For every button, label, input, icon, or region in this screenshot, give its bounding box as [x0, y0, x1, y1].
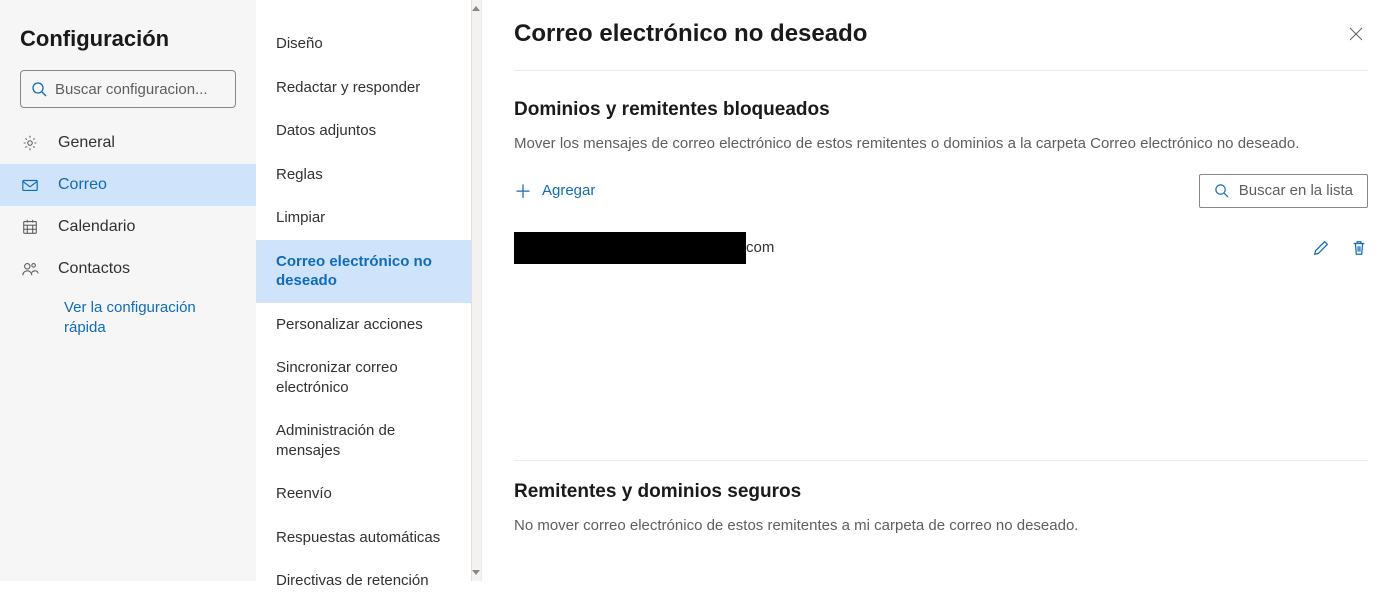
search-settings-input[interactable]: Buscar configuracion... [20, 70, 236, 108]
redacted-email [514, 232, 746, 264]
sidebar-item-label: Correo [58, 176, 107, 194]
subnav-item-customize[interactable]: Personalizar acciones [256, 303, 481, 347]
search-wrap: Buscar configuracion... [0, 70, 256, 122]
delete-entry-button[interactable] [1350, 239, 1368, 257]
close-icon [1348, 26, 1364, 42]
subnav-item-autoreply[interactable]: Respuestas automáticas [256, 516, 481, 560]
sidebar-item-calendar[interactable]: Calendario [0, 206, 256, 248]
settings-subnav: Diseño Redactar y responder Datos adjunt… [256, 0, 482, 581]
subnav-item-compose[interactable]: Redactar y responder [256, 66, 481, 110]
add-label: Agregar [542, 182, 595, 199]
search-icon [31, 81, 47, 97]
settings-content: Correo electrónico no deseado Dominios y… [482, 0, 1388, 581]
blocked-heading: Dominios y remitentes bloqueados [514, 99, 1368, 121]
scroll-down-button[interactable] [472, 567, 480, 577]
people-icon [20, 259, 40, 279]
calendar-icon [20, 217, 40, 237]
search-list-label: Buscar en la lista [1239, 182, 1353, 199]
blocked-entry-row: com [514, 226, 1368, 270]
subnav-item-layout[interactable]: Diseño [256, 22, 481, 66]
safe-senders-section: Remitentes y dominios seguros No mover c… [514, 461, 1368, 556]
settings-sidebar: Configuración Buscar configuracion... Ge… [0, 0, 256, 581]
search-icon [1214, 183, 1229, 198]
mail-icon [20, 175, 40, 195]
sidebar-item-label: Contactos [58, 260, 130, 278]
sidebar-item-label: General [58, 134, 115, 152]
edit-entry-button[interactable] [1312, 239, 1330, 257]
page-title: Correo electrónico no deseado [514, 20, 867, 48]
plus-icon: ＋ [514, 178, 532, 204]
blocked-description: Mover los mensajes de correo electrónico… [514, 133, 1334, 156]
blocked-entry: com [514, 232, 774, 264]
subnav-list: Diseño Redactar y responder Datos adjunt… [256, 0, 481, 603]
sidebar-item-label: Calendario [58, 218, 135, 236]
add-blocked-button[interactable]: ＋ Agregar [514, 178, 595, 204]
entry-suffix: com [746, 239, 774, 256]
close-button[interactable] [1344, 22, 1368, 46]
settings-title: Configuración [0, 12, 256, 70]
subnav-item-junk[interactable]: Correo electrónico no deseado [256, 240, 481, 303]
safe-heading: Remitentes y dominios seguros [514, 481, 1368, 503]
blocked-senders-section: Dominios y remitentes bloqueados Mover l… [514, 71, 1368, 270]
subnav-item-rules[interactable]: Reglas [256, 153, 481, 197]
trash-icon [1350, 239, 1368, 257]
subnav-item-attachments[interactable]: Datos adjuntos [256, 109, 481, 153]
entry-actions [1312, 239, 1368, 257]
content-header: Correo electrónico no deseado [514, 20, 1368, 71]
sidebar-item-mail[interactable]: Correo [0, 164, 256, 206]
subnav-item-message-admin[interactable]: Administración de mensajes [256, 409, 481, 472]
subnav-item-sync[interactable]: Sincronizar correo electrónico [256, 346, 481, 409]
safe-description: No mover correo electrónico de estos rem… [514, 515, 1334, 538]
search-blocked-input[interactable]: Buscar en la lista [1199, 174, 1368, 208]
search-placeholder: Buscar configuracion... [55, 81, 208, 98]
sidebar-item-general[interactable]: General [0, 122, 256, 164]
sidebar-item-contacts[interactable]: Contactos [0, 248, 256, 290]
scroll-up-button[interactable] [472, 4, 480, 14]
gear-icon [20, 133, 40, 153]
subnav-item-sweep[interactable]: Limpiar [256, 196, 481, 240]
subnav-item-forwarding[interactable]: Reenvío [256, 472, 481, 516]
quick-settings-link[interactable]: Ver la configuración rápida [0, 290, 256, 345]
pencil-icon [1312, 239, 1330, 257]
blocked-actions: ＋ Agregar Buscar en la lista [514, 174, 1368, 208]
